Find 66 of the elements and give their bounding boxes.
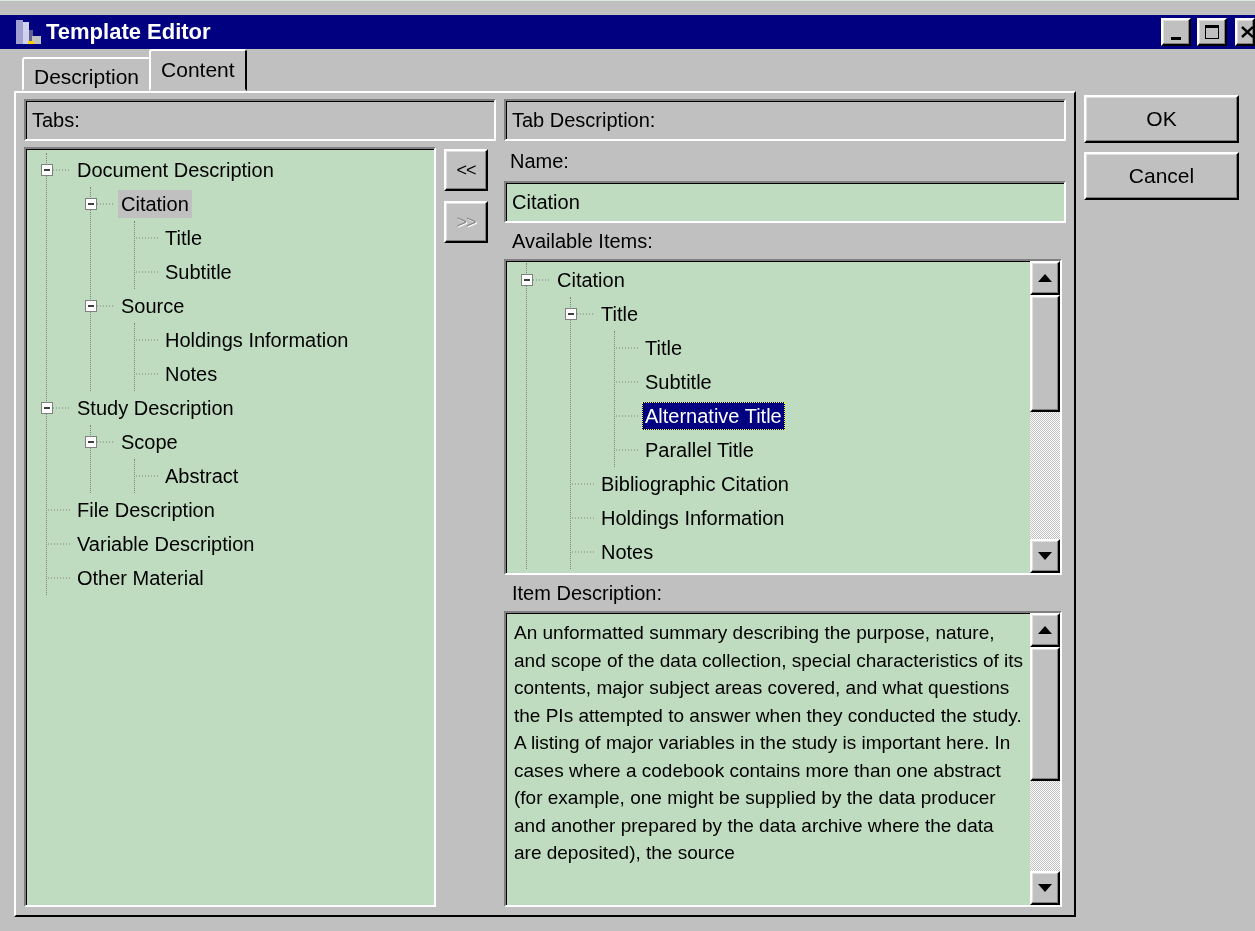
maximize-button[interactable] [1197, 18, 1227, 46]
tree-line [576, 313, 595, 315]
dialog-button[interactable]: OK [1084, 95, 1239, 143]
collapse-box-icon[interactable] [85, 300, 97, 312]
tab[interactable]: Content [149, 49, 247, 91]
up-arrow-icon [1038, 274, 1052, 282]
tree-item[interactable]: Source [118, 292, 188, 320]
tree-item[interactable]: Title [598, 300, 642, 328]
tree-item[interactable]: Study Description [74, 394, 237, 422]
dialog-button[interactable]: Cancel [1084, 152, 1239, 200]
tree-item[interactable]: Citation [118, 190, 192, 218]
tab-description-header: Tab Description: [504, 99, 1066, 141]
collapse-box-icon[interactable] [85, 198, 97, 210]
tab[interactable]: Description [22, 57, 152, 91]
tree-line [52, 169, 71, 171]
name-label: Name: [509, 148, 570, 174]
tree-item[interactable]: Title [642, 334, 686, 362]
minimize-icon [1171, 36, 1181, 40]
tree-item[interactable]: Holdings Information [598, 504, 788, 532]
name-field[interactable]: Citation [504, 181, 1066, 223]
collapse-box-icon[interactable] [565, 308, 577, 320]
scrollbar-thumb[interactable] [1030, 647, 1060, 782]
tree-item[interactable]: Notes [162, 360, 221, 388]
tree-item[interactable]: Variable Description [74, 530, 258, 558]
item-description-text: An unformatted summary describing the purpose, nature, and scope of the data collection, special characteristics of its contents, major subject areas covered, and what questions the PIs attempted to answer when they conducted the study. A listing of major variables in the study is important here. In cases where a codebook contains more than one abstract (for example, one might be supplied by the data producer and another prepared by the data archive where the data are deposited), the source [513, 621, 1025, 865]
down-arrow-icon [1038, 884, 1052, 892]
tree-line [96, 203, 115, 205]
maximize-icon [1204, 24, 1220, 40]
close-button[interactable] [1235, 18, 1255, 46]
scroll-up-button[interactable] [1030, 613, 1060, 647]
tree-item[interactable]: Alternative Title [642, 402, 785, 430]
tree-item[interactable]: Bibliographic Citation [598, 470, 792, 498]
up-arrow-icon [1038, 626, 1052, 634]
collapse-box-icon[interactable] [41, 164, 53, 176]
tabs-header: Tabs: [24, 99, 496, 141]
item-description-label: Item Description: [511, 580, 664, 606]
collapse-box-icon[interactable] [521, 274, 533, 286]
close-icon [1241, 26, 1253, 38]
tree-item[interactable]: Document Description [74, 156, 277, 184]
collapse-box-icon[interactable] [41, 402, 53, 414]
tree-item[interactable]: Other Material [74, 564, 207, 592]
tree-item[interactable]: Parallel Title [642, 436, 757, 464]
tree-line [96, 305, 115, 307]
scroll-down-button[interactable] [1030, 539, 1060, 573]
tree-item[interactable]: Subtitle [162, 258, 235, 286]
tree-item[interactable]: File Description [74, 496, 218, 524]
tree-item[interactable]: Holdings Information [162, 326, 352, 354]
down-arrow-icon [1038, 552, 1052, 560]
tree-line [532, 279, 551, 281]
tree-item[interactable]: Scope [118, 428, 181, 456]
available-items-label: Available Items: [511, 228, 654, 254]
scrollbar-thumb[interactable] [1030, 295, 1060, 413]
move-button[interactable]: << [444, 149, 488, 191]
collapse-box-icon[interactable] [85, 436, 97, 448]
minimize-button[interactable] [1161, 18, 1191, 46]
buildings-icon [14, 18, 42, 46]
scroll-up-button[interactable] [1030, 261, 1060, 295]
tree-item[interactable]: Citation [554, 266, 628, 294]
tree-item[interactable]: Abstract [162, 462, 242, 490]
tree-line [52, 407, 71, 409]
tree-line [96, 441, 115, 443]
tree-item[interactable]: Notes [598, 538, 657, 566]
scroll-down-button[interactable] [1030, 871, 1060, 905]
window-title: Template Editor [46, 19, 212, 45]
tree-item[interactable]: Title [162, 224, 206, 252]
tree-item[interactable]: Subtitle [642, 368, 715, 396]
